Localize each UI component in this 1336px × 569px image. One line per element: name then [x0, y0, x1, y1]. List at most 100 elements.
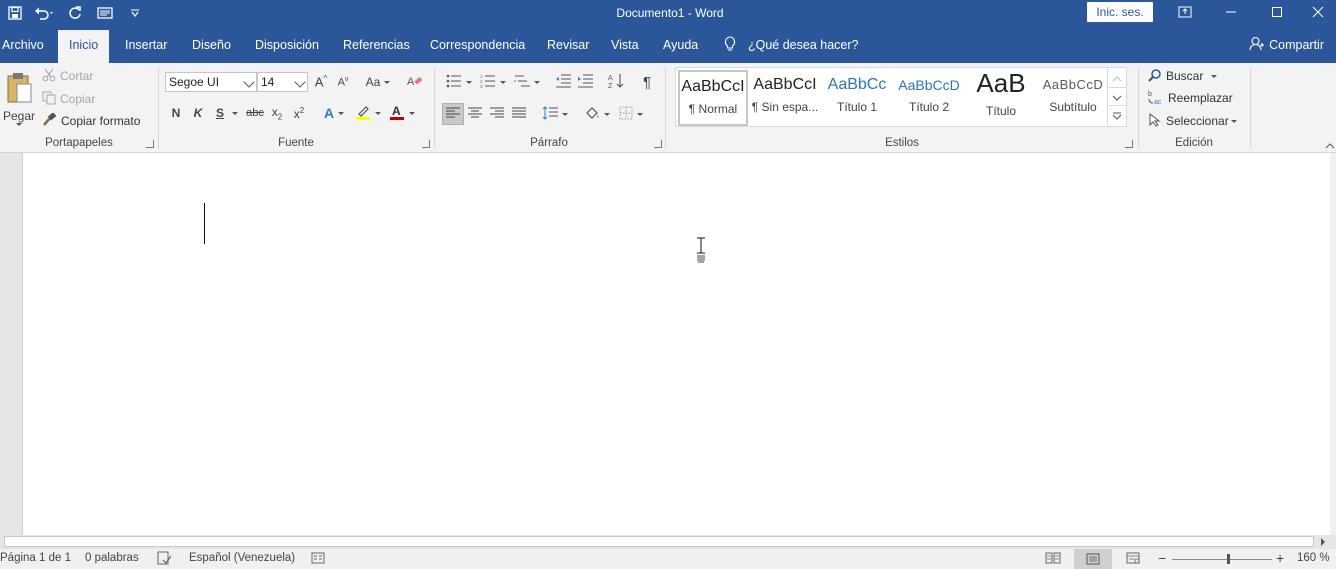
paste-button[interactable]: Pegar — [2, 67, 36, 131]
numbering-button[interactable]: 123 — [478, 72, 508, 92]
redo-button[interactable] — [60, 0, 90, 26]
styles-scroll-down-button[interactable] — [1108, 87, 1126, 106]
tab-correspondencia[interactable]: Correspondencia — [430, 30, 525, 63]
tab-insertar[interactable]: Insertar — [125, 30, 167, 63]
multilevel-list-button[interactable] — [512, 72, 542, 92]
chevron-down-icon[interactable] — [294, 76, 306, 88]
text-effects-button[interactable]: A — [320, 103, 348, 123]
superscript-button[interactable]: x2 — [290, 103, 308, 123]
tell-me-search[interactable]: ¿Qué desea hacer? — [724, 30, 859, 60]
align-left-button[interactable] — [442, 103, 464, 125]
format-painter-button[interactable]: Copiar formato — [42, 111, 140, 130]
read-mode-icon[interactable] — [1045, 552, 1061, 567]
zoom-slider[interactable] — [1172, 559, 1272, 560]
paragraph-launcher[interactable] — [654, 140, 662, 148]
undo-button[interactable] — [30, 0, 60, 26]
share-button[interactable]: Compartir — [1249, 30, 1324, 60]
ribbon-display-options-button[interactable] — [1162, 0, 1208, 26]
tab-inicio[interactable]: Inicio — [58, 30, 110, 63]
italic-button[interactable]: K — [190, 103, 206, 123]
sort-button[interactable]: AZ — [606, 72, 626, 92]
find-button[interactable]: Buscar — [1148, 67, 1218, 85]
maximize-icon — [1271, 6, 1283, 21]
shrink-font-button[interactable]: Av — [334, 73, 352, 91]
style-title[interactable]: AaB Título — [966, 70, 1036, 126]
zoom-in-button[interactable]: + — [1276, 550, 1284, 566]
proofing-icon[interactable] — [157, 551, 172, 568]
replace-label: Reemplazar — [1168, 91, 1233, 105]
clipboard-launcher[interactable] — [146, 140, 154, 148]
style-subtitle[interactable]: AaBbCcD Subtítulo — [1038, 70, 1108, 126]
scroll-right-button[interactable] — [1316, 535, 1330, 548]
subscript-button[interactable]: x2 — [268, 103, 286, 123]
maximize-button[interactable] — [1254, 0, 1300, 26]
underline-dropdown[interactable] — [229, 103, 241, 123]
word-count[interactable]: 0 palabras — [85, 552, 139, 564]
sign-in-button[interactable]: Inic. ses. — [1087, 2, 1153, 22]
print-preview-button[interactable] — [90, 0, 120, 26]
bullets-button[interactable] — [444, 72, 474, 92]
increase-indent-button[interactable] — [575, 72, 595, 92]
clear-formatting-button[interactable]: A — [405, 73, 425, 91]
style-normal[interactable]: AaBbCcI ¶ Normal — [678, 70, 748, 126]
save-button[interactable] — [0, 0, 30, 26]
tab-disposicion[interactable]: Disposición — [255, 30, 319, 63]
cursor-icon — [1148, 112, 1162, 130]
close-button[interactable] — [1300, 0, 1336, 26]
tab-ayuda[interactable]: Ayuda — [663, 30, 698, 63]
justify-button[interactable] — [509, 103, 529, 125]
decrease-indent-button[interactable] — [553, 72, 573, 92]
align-center-button[interactable] — [465, 103, 485, 125]
line-spacing-button[interactable] — [540, 103, 570, 125]
web-layout-icon[interactable] — [1126, 552, 1140, 567]
shading-button[interactable] — [582, 103, 612, 125]
style-no-spacing[interactable]: AaBbCcI ¶ Sin espa... — [750, 70, 820, 126]
tab-vista[interactable]: Vista — [611, 30, 639, 63]
collapse-ribbon-button[interactable] — [1324, 139, 1336, 151]
styles-launcher[interactable] — [1125, 140, 1133, 148]
horizontal-scroll-track[interactable] — [4, 536, 1314, 547]
font-name-combo[interactable]: Segoe UI — [165, 72, 257, 92]
zoom-slider-thumb[interactable] — [1227, 554, 1230, 564]
style-heading-2[interactable]: AaBbCcD Título 2 — [894, 70, 964, 126]
macro-recording-icon[interactable] — [311, 552, 325, 567]
tab-referencias[interactable]: Referencias — [343, 30, 410, 63]
select-button[interactable]: Seleccionar — [1148, 112, 1237, 130]
font-size-combo[interactable]: 14 — [257, 72, 308, 92]
style-heading-1[interactable]: AaBbCc Título 1 — [822, 70, 892, 126]
status-bar: Página 1 de 1 0 palabras Español (Venezu… — [0, 549, 1336, 569]
print-layout-icon[interactable] — [1074, 549, 1112, 569]
horizontal-scrollbar[interactable] — [0, 535, 1336, 548]
font-color-button[interactable]: A — [386, 103, 418, 123]
bold-button[interactable]: N — [168, 103, 184, 123]
tab-archivo[interactable]: Archivo — [2, 30, 44, 63]
zoom-out-button[interactable]: − — [1158, 550, 1166, 566]
cut-button[interactable]: Cortar — [42, 67, 93, 85]
vertical-scrollbar[interactable] — [1330, 153, 1336, 535]
style-preview: AaBbCcI — [681, 78, 745, 95]
styles-scroll-up-button[interactable] — [1108, 68, 1126, 87]
borders-button[interactable] — [616, 103, 646, 125]
change-case-button[interactable]: Aa — [362, 73, 394, 91]
font-launcher[interactable] — [422, 140, 430, 148]
document-page[interactable] — [22, 153, 1330, 535]
tab-revisar[interactable]: Revisar — [547, 30, 589, 63]
align-right-button[interactable] — [487, 103, 507, 125]
underline-button[interactable]: S — [212, 103, 228, 123]
chevron-down-icon[interactable] — [243, 76, 255, 88]
zoom-level[interactable]: 160 % — [1297, 552, 1330, 564]
grow-font-button[interactable]: A^ — [312, 73, 330, 91]
tab-diseno[interactable]: Diseño — [192, 30, 231, 63]
copy-button[interactable]: Copiar — [42, 90, 95, 108]
search-icon — [1148, 68, 1162, 85]
replace-button[interactable]: b ac Reemplazar — [1148, 89, 1233, 107]
styles-more-button[interactable] — [1108, 106, 1126, 126]
strikethrough-button[interactable]: abc — [244, 103, 266, 123]
highlight-color-button[interactable] — [352, 103, 384, 123]
show-formatting-button[interactable]: ¶ — [637, 72, 657, 92]
language-indicator[interactable]: Español (Venezuela) — [189, 552, 295, 564]
customize-qat-button[interactable] — [120, 0, 150, 26]
minimize-button[interactable] — [1208, 0, 1254, 26]
page-count[interactable]: Página 1 de 1 — [0, 552, 71, 564]
style-name: Subtítulo — [1049, 100, 1097, 114]
